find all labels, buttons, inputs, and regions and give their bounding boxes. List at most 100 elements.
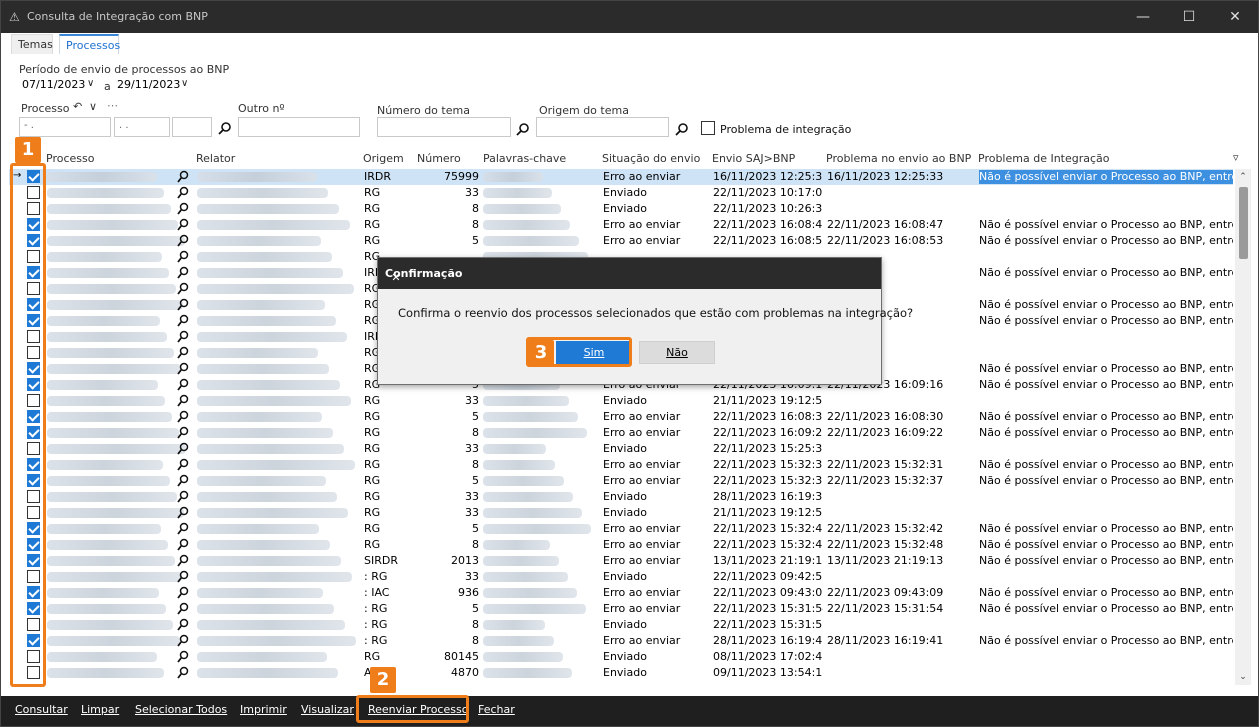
table-row[interactable]: RG 33 Enviado 22/11/2023 10:17:09 bbox=[9, 185, 1233, 201]
search-icon[interactable] bbox=[516, 122, 530, 136]
scroll-up-icon[interactable]: ⌃ bbox=[1238, 172, 1248, 182]
magnifier-icon[interactable] bbox=[177, 634, 189, 648]
col-envio[interactable]: Envio SAJ>BNP bbox=[712, 152, 795, 165]
magnifier-icon[interactable] bbox=[177, 522, 189, 536]
col-numero[interactable]: Número bbox=[417, 152, 461, 165]
table-row[interactable]: SIRDR 2013 Erro ao enviar 13/11/2023 21:19:… bbox=[9, 553, 1233, 569]
table-row[interactable]: RG 8 Erro ao enviar 22/11/2023 16:08:47 22/1… bbox=[9, 217, 1233, 233]
chevron-down-icon[interactable]: ∨ bbox=[87, 78, 94, 89]
table-row[interactable]: : RG 5 Erro ao enviar 22/11/2023 15:31:54 22… bbox=[9, 601, 1233, 617]
magnifier-icon[interactable] bbox=[177, 570, 189, 584]
magnifier-icon[interactable] bbox=[177, 266, 189, 280]
magnifier-icon[interactable] bbox=[177, 250, 189, 264]
table-row[interactable]: : IAC 936 Erro ao enviar 22/11/2023 09:43:0… bbox=[9, 585, 1233, 601]
table-row[interactable]: : RG 8 Enviado 22/11/2023 15:31:59 bbox=[9, 617, 1233, 633]
magnifier-icon[interactable] bbox=[177, 170, 189, 184]
more-icon[interactable]: ⋯ bbox=[107, 99, 118, 112]
magnifier-icon[interactable] bbox=[177, 330, 189, 344]
col-processo[interactable]: Processo bbox=[46, 152, 94, 165]
maximize-button[interactable]: ☐ bbox=[1166, 1, 1212, 33]
table-row[interactable]: : RG 33 Enviado 22/11/2023 09:42:58 bbox=[9, 569, 1233, 585]
close-window-button[interactable]: ✕ bbox=[1212, 1, 1258, 33]
magnifier-icon[interactable] bbox=[177, 186, 189, 200]
col-problema-integracao[interactable]: Problema de Integração bbox=[978, 152, 1110, 165]
scroll-thumb[interactable] bbox=[1239, 187, 1248, 259]
table-row[interactable]: RG 33 Enviado 21/11/2023 19:12:55 bbox=[9, 505, 1233, 521]
date-from-field[interactable]: 07/11/2023 bbox=[19, 77, 85, 95]
scroll-down-icon[interactable]: ⌄ bbox=[1238, 672, 1248, 682]
magnifier-icon[interactable] bbox=[177, 618, 189, 632]
filter-icon[interactable]: ▿ bbox=[1233, 151, 1239, 164]
col-relator[interactable]: Relator bbox=[196, 152, 235, 165]
processo-field-2[interactable]: . . bbox=[114, 117, 170, 137]
origem-tema-field[interactable] bbox=[536, 117, 669, 137]
table-row[interactable]: RG 8 Erro ao enviar 22/11/2023 15:32:48 22/1… bbox=[9, 537, 1233, 553]
table-row[interactable]: RG 8 Erro ao enviar 22/11/2023 15:32:31 22/1… bbox=[9, 457, 1233, 473]
magnifier-icon[interactable] bbox=[177, 426, 189, 440]
magnifier-icon[interactable] bbox=[177, 586, 189, 600]
table-row[interactable]: RG 5 Erro ao enviar 22/11/2023 15:32:42 22/1… bbox=[9, 521, 1233, 537]
magnifier-icon[interactable] bbox=[177, 538, 189, 552]
magnifier-icon[interactable] bbox=[177, 314, 189, 328]
processo-field-3[interactable] bbox=[172, 117, 212, 137]
table-row[interactable]: RG 80145 Enviado 08/11/2023 17:02:46 bbox=[9, 649, 1233, 665]
table-row[interactable]: AXI4870Enviado09/11/2023 13:54:16 bbox=[9, 665, 1233, 681]
table-row[interactable]: → IRDR 75999 Erro ao enviar 16/11/2023 12:25… bbox=[9, 169, 1233, 185]
magnifier-icon[interactable] bbox=[177, 410, 189, 424]
table-row[interactable]: RG 5 Erro ao enviar 22/11/2023 16:08:53 22/1… bbox=[9, 233, 1233, 249]
table-row[interactable]: RG 33 Enviado 21/11/2023 19:12:55 bbox=[9, 393, 1233, 409]
magnifier-icon[interactable] bbox=[177, 394, 189, 408]
col-origem[interactable]: Origem bbox=[363, 152, 404, 165]
dialog-close-icon[interactable]: ✕ bbox=[385, 267, 407, 289]
table-row[interactable]: RG 8 Enviado 22/11/2023 10:26:38 bbox=[9, 201, 1233, 217]
date-to-field[interactable]: 29/11/2023 bbox=[114, 77, 180, 95]
visualizar-button[interactable]: Visualizar bbox=[301, 703, 354, 716]
numero-tema-field[interactable] bbox=[377, 117, 511, 137]
search-icon[interactable] bbox=[218, 121, 232, 135]
magnifier-icon[interactable] bbox=[177, 346, 189, 360]
palavras-chave-cell-redacted bbox=[483, 444, 546, 454]
col-problema-envio[interactable]: Problema no envio ao BNP bbox=[826, 152, 971, 165]
tab-temas[interactable]: Temas bbox=[11, 34, 53, 54]
magnifier-icon[interactable] bbox=[177, 378, 189, 392]
table-row[interactable]: RG 8 Erro ao enviar 22/11/2023 16:09:22 22/1… bbox=[9, 425, 1233, 441]
limpar-button[interactable]: Limpar bbox=[81, 703, 119, 716]
table-row[interactable]: RG 33 Enviado 22/11/2023 15:25:39 bbox=[9, 441, 1233, 457]
magnifier-icon[interactable] bbox=[177, 442, 189, 456]
magnifier-icon[interactable] bbox=[177, 458, 189, 472]
magnifier-icon[interactable] bbox=[177, 282, 189, 296]
minimize-button[interactable]: — bbox=[1120, 1, 1166, 33]
magnifier-icon[interactable] bbox=[177, 218, 189, 232]
magnifier-icon[interactable] bbox=[177, 554, 189, 568]
tab-processos[interactable]: Processos bbox=[59, 34, 120, 54]
consultar-button[interactable]: Consultar bbox=[15, 703, 68, 716]
outro-field[interactable] bbox=[238, 117, 360, 137]
imprimir-button[interactable]: Imprimir bbox=[240, 703, 287, 716]
magnifier-icon[interactable] bbox=[177, 506, 189, 520]
fechar-button[interactable]: Fechar bbox=[478, 703, 515, 716]
search-icon[interactable] bbox=[675, 122, 689, 136]
no-button[interactable]: Não bbox=[639, 341, 715, 364]
chevron-down-icon[interactable]: ∨ bbox=[181, 78, 188, 89]
magnifier-icon[interactable] bbox=[177, 234, 189, 248]
col-palavras-chave[interactable]: Palavras-chave bbox=[483, 152, 566, 165]
selecionar-todos-button[interactable]: Selecionar Todos bbox=[135, 703, 227, 716]
magnifier-icon[interactable] bbox=[177, 650, 189, 664]
processo-field-1[interactable]: - . bbox=[19, 117, 111, 137]
table-row[interactable]: RG 5 Erro ao enviar 22/11/2023 16:08:30 22/1… bbox=[9, 409, 1233, 425]
table-row[interactable]: RG 5 Erro ao enviar 22/11/2023 15:32:37 22/1… bbox=[9, 473, 1233, 489]
magnifier-icon[interactable] bbox=[177, 202, 189, 216]
table-row[interactable]: : RG 8 Erro ao enviar 28/11/2023 16:19:41 28… bbox=[9, 633, 1233, 649]
magnifier-icon[interactable] bbox=[177, 474, 189, 488]
col-situacao[interactable]: Situação do envio bbox=[602, 152, 700, 165]
undo-icon[interactable]: ↶ bbox=[73, 100, 82, 113]
problema-checkbox[interactable] bbox=[701, 121, 715, 135]
magnifier-icon[interactable] bbox=[177, 298, 189, 312]
magnifier-icon[interactable] bbox=[177, 602, 189, 616]
magnifier-icon[interactable] bbox=[177, 666, 189, 680]
vertical-scrollbar[interactable]: ⌃ ⌄ bbox=[1235, 169, 1251, 685]
chevron-down-icon[interactable]: ∨ bbox=[89, 100, 97, 113]
magnifier-icon[interactable] bbox=[177, 490, 189, 504]
table-row[interactable]: RG 33 Enviado 28/11/2023 16:19:38 bbox=[9, 489, 1233, 505]
magnifier-icon[interactable] bbox=[177, 362, 189, 376]
